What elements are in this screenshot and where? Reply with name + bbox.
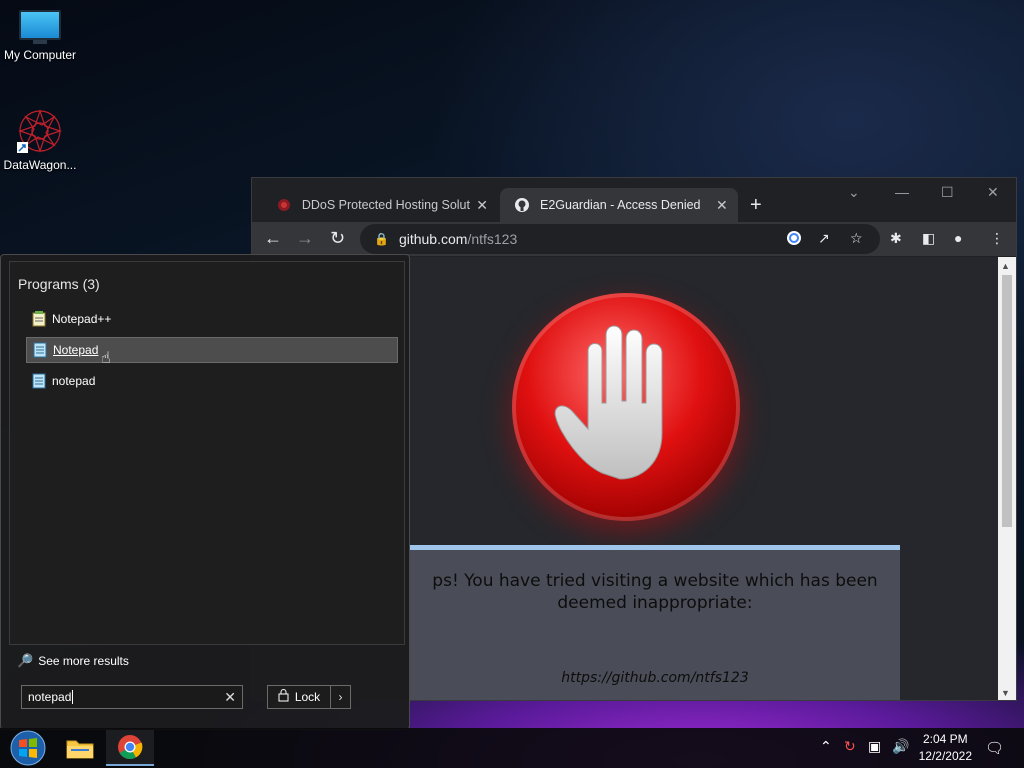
desktop-icon-datawagon[interactable]: DataWagon...: [0, 108, 80, 172]
block-message-box: ps! You have tried visiting a website wh…: [410, 545, 900, 700]
lock-button[interactable]: Lock: [267, 685, 331, 709]
side-panel-icon[interactable]: ◧: [922, 230, 935, 247]
start-button[interactable]: [4, 730, 52, 766]
close-icon[interactable]: ✕: [716, 197, 728, 214]
address-bar[interactable]: 🔒 github.com /ntfs123: [360, 224, 880, 254]
program-label: notepad: [52, 374, 96, 388]
desktop-icon-my-computer[interactable]: My Computer: [0, 10, 80, 62]
close-window-button[interactable]: ✕: [987, 184, 999, 201]
start-menu: Programs (3) Notepad++ Notepad ☝ notepad…: [0, 254, 410, 730]
chevron-right-icon: ›: [338, 690, 343, 704]
maximize-button[interactable]: ☐: [941, 184, 954, 201]
ddos-site-icon: [276, 197, 292, 213]
windows-orb-icon: [10, 730, 46, 766]
tab-strip: DDoS Protected Hosting Solution ✕ E2Guar…: [252, 178, 1016, 226]
blocked-url: https://github.com/ntfs123: [561, 670, 749, 686]
hand-cursor-icon: ☝: [101, 350, 111, 367]
forward-button[interactable]: →: [296, 228, 314, 249]
show-hidden-icons-chevron-icon[interactable]: ⌃: [820, 738, 832, 755]
see-more-label: See more results: [38, 654, 129, 668]
clear-search-icon[interactable]: ✕: [224, 689, 236, 706]
programs-header: Programs (3): [18, 276, 100, 292]
lock-icon: 🔒: [374, 232, 389, 246]
clock-date: 12/2/2022: [918, 749, 972, 763]
program-item-notepad[interactable]: Notepad ☝: [26, 337, 398, 367]
menu-icon[interactable]: ⋮: [990, 230, 1004, 247]
programs-panel: Programs (3) Notepad++ Notepad ☝ notepad: [9, 261, 405, 645]
lock-label: Lock: [294, 690, 321, 704]
tab-title: E2Guardian - Access Denied: [540, 198, 701, 212]
github-icon: [514, 197, 530, 213]
new-tab-button[interactable]: +: [750, 194, 762, 217]
search-value: notepad: [28, 690, 72, 704]
google-icon[interactable]: [786, 230, 802, 249]
notification-icon[interactable]: 🗨: [985, 739, 1004, 757]
star-shortcut-icon: [17, 108, 63, 154]
scroll-down-arrow-icon[interactable]: ▼: [1001, 688, 1010, 698]
network-icon[interactable]: ▣: [868, 738, 881, 755]
taskbar: ⌃ ↻ ▣ 🔊 2:04 PM 12/2/2022 🗨: [0, 728, 1024, 768]
page-scrollbar[interactable]: ▲ ▼: [998, 257, 1016, 700]
clock-time: 2:04 PM: [922, 732, 968, 746]
folder-icon: [66, 740, 94, 759]
desktop-icon-label: DataWagon...: [3, 158, 77, 172]
tab-ddos-hosting[interactable]: DDoS Protected Hosting Solution ✕: [262, 188, 498, 222]
scroll-up-arrow-icon[interactable]: ▲: [1001, 261, 1010, 271]
desktop-icon-label: My Computer: [3, 48, 77, 62]
reload-button[interactable]: ↻: [330, 228, 345, 249]
program-label: Notepad++: [52, 312, 112, 326]
notepadpp-icon: [32, 311, 46, 327]
notepad-icon: [32, 373, 46, 389]
share-icon[interactable]: ↗: [818, 230, 830, 247]
extensions-icon[interactable]: ✱: [890, 230, 902, 247]
block-message: ps! You have tried visiting a website wh…: [432, 571, 878, 613]
scrollbar-thumb[interactable]: [1002, 275, 1012, 527]
program-item-notepadpp[interactable]: Notepad++: [26, 306, 398, 332]
volume-icon[interactable]: 🔊: [892, 738, 909, 755]
sync-icon[interactable]: ↻: [844, 738, 856, 755]
monitor-icon: [19, 10, 61, 44]
taskbar-chrome[interactable]: [106, 730, 154, 766]
url-domain: github.com: [398, 231, 468, 247]
text-caret: [72, 690, 74, 704]
program-item-notepad-lower[interactable]: notepad: [26, 368, 398, 394]
program-label: Notepad: [53, 343, 99, 357]
shutdown-options-button[interactable]: ›: [331, 685, 351, 709]
bookmark-star-icon[interactable]: ☆: [850, 230, 863, 247]
back-button[interactable]: ←: [264, 228, 282, 249]
system-clock[interactable]: 2:04 PM 12/2/2022: [919, 731, 972, 765]
stop-hand-icon: [512, 293, 740, 521]
browser-toolbar: ← → ↻ 🔒 github.com /ntfs123 ↗ ☆ ✱ ◧ ● ⋮: [252, 222, 1016, 256]
minimize-button[interactable]: —: [895, 184, 909, 200]
tab-title: DDoS Protected Hosting Solution: [301, 198, 471, 212]
padlock-icon: [278, 689, 289, 705]
url-path: /ntfs123: [467, 231, 518, 247]
profile-icon[interactable]: ●: [954, 230, 962, 246]
tab-e2guardian[interactable]: E2Guardian - Access Denied ✕: [500, 188, 738, 222]
search-icon: 🔎: [17, 653, 34, 668]
notepad-icon: [33, 342, 47, 358]
start-search-input[interactable]: notepad ✕: [21, 685, 243, 709]
close-icon[interactable]: ✕: [476, 197, 488, 214]
taskbar-file-explorer[interactable]: [56, 730, 104, 766]
chrome-icon: [118, 735, 143, 760]
see-more-results-link[interactable]: 🔎 See more results: [17, 653, 129, 669]
tab-search-icon[interactable]: ⌄: [848, 184, 860, 201]
